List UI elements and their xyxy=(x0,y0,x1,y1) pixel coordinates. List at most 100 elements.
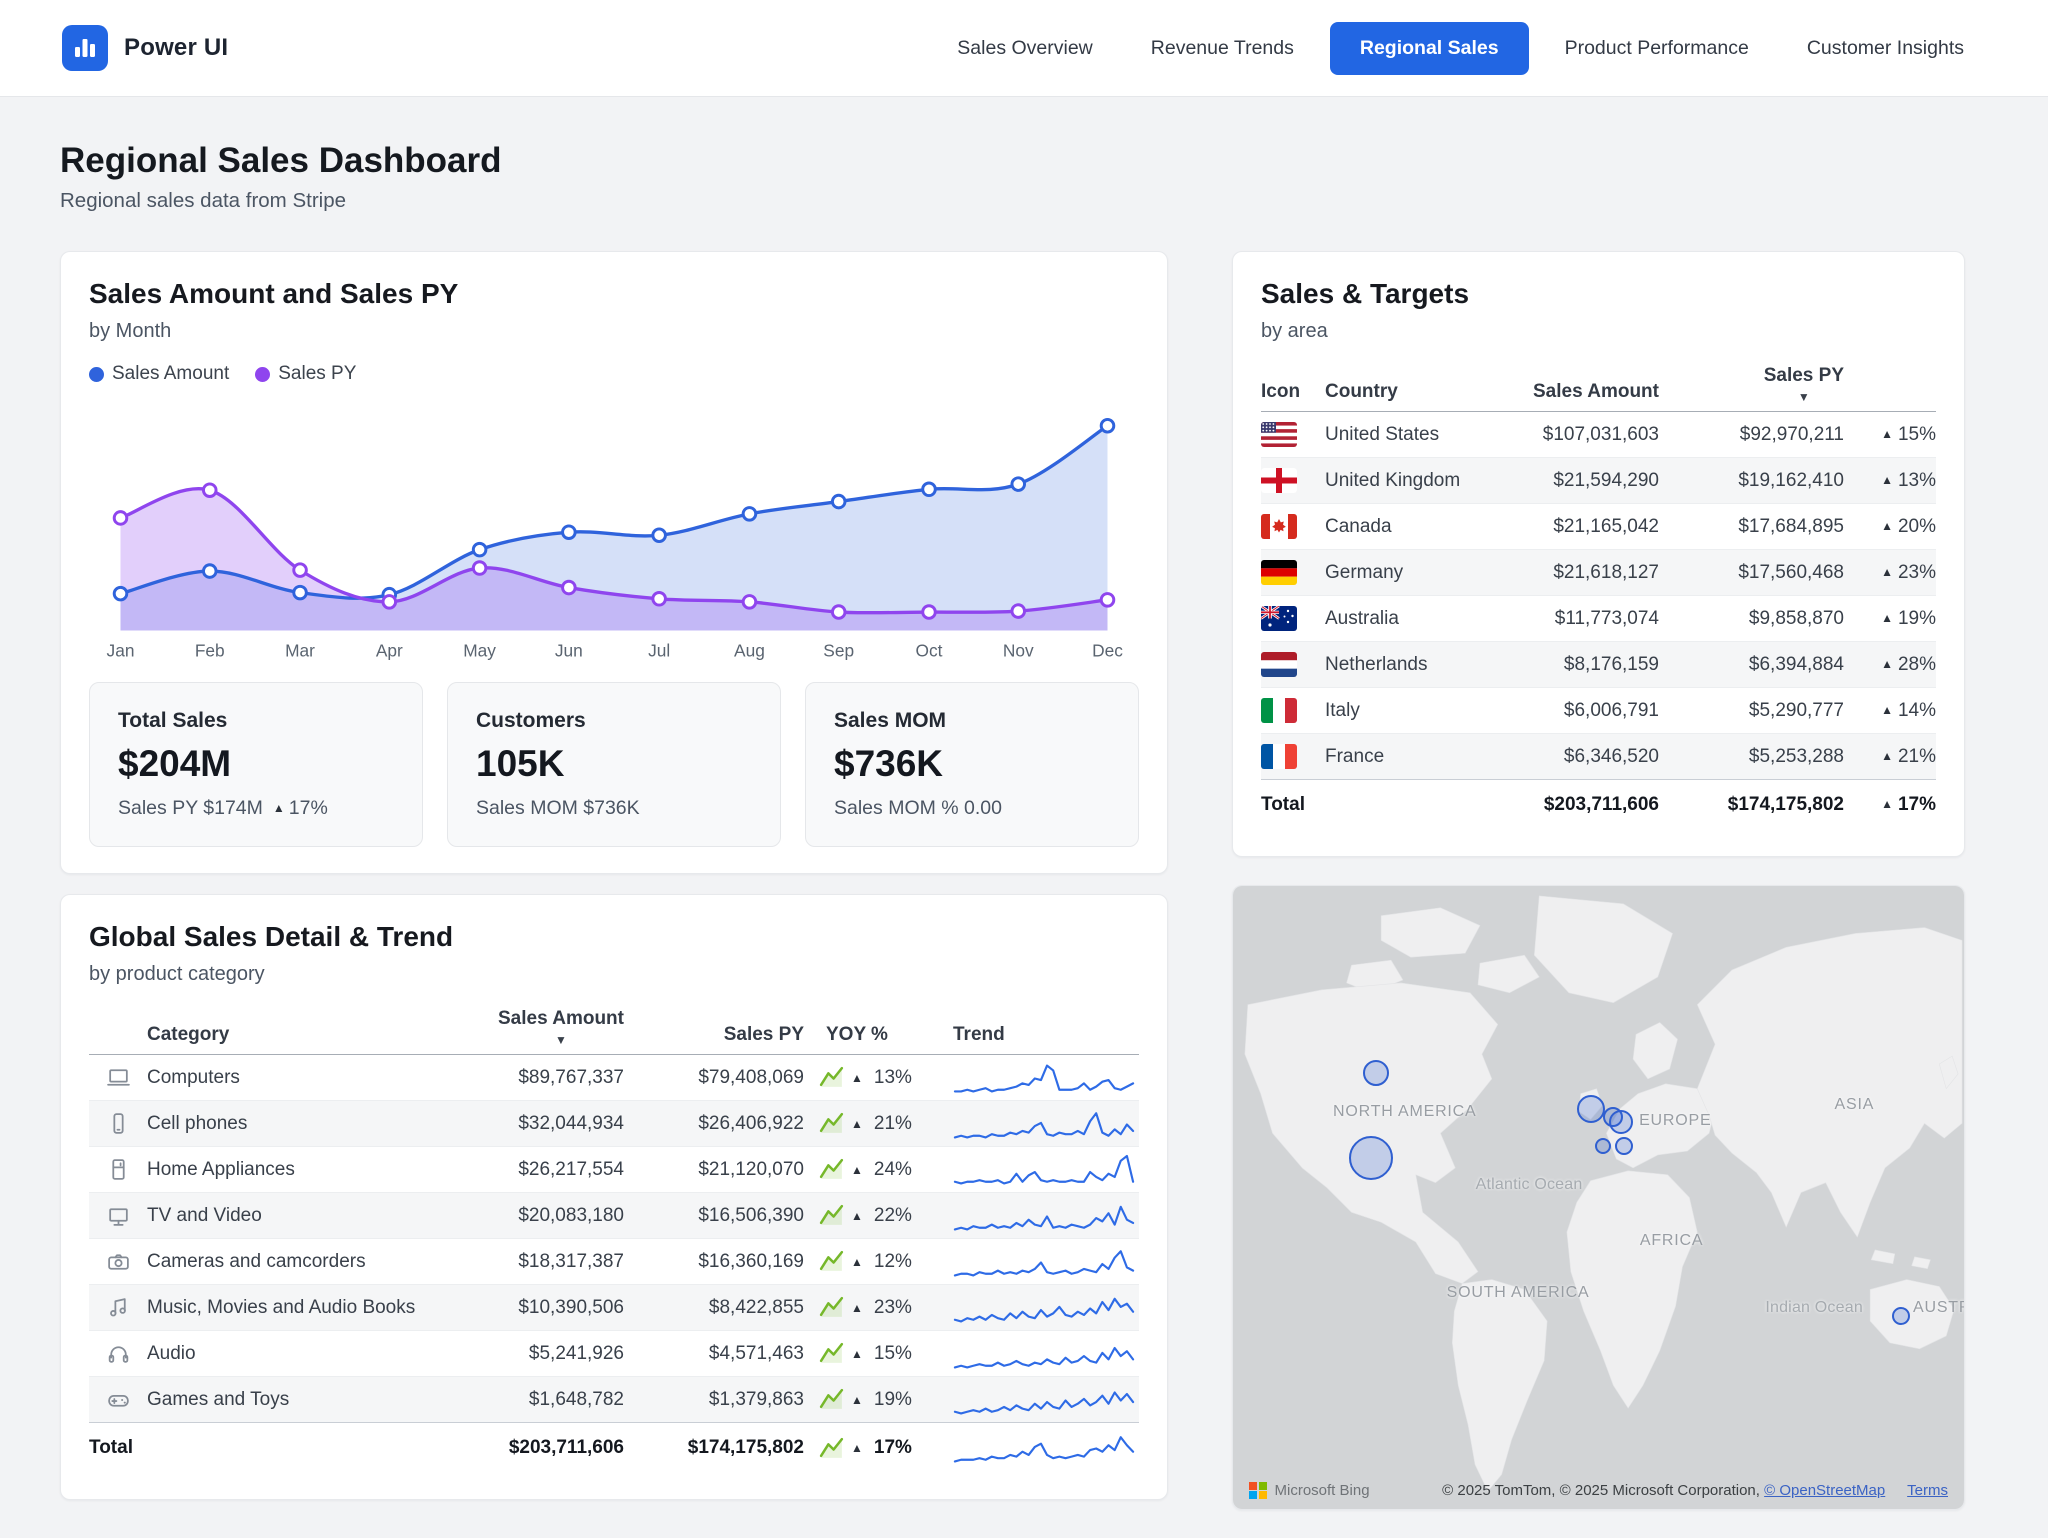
england-flag-icon xyxy=(1261,468,1325,493)
header-country[interactable]: Country xyxy=(1325,381,1469,403)
up-arrow-icon: ▲ xyxy=(1881,797,1893,811)
page-title: Regional Sales Dashboard xyxy=(60,141,1988,181)
us-flag-icon xyxy=(1261,422,1325,447)
table-row[interactable]: Australia$11,773,074$9,858,870▲19% xyxy=(1261,595,1936,641)
world-map[interactable]: NORTH AMERICAEUROPEASIAAtlantic OceanAFR… xyxy=(1233,886,1964,1509)
header-sales-amount[interactable]: Sales Amount▼ xyxy=(434,1008,624,1046)
sales-amount-value: $21,165,042 xyxy=(1469,516,1659,538)
map-attribution: Microsoft Bing © 2025 TomTom, © 2025 Mic… xyxy=(1233,1482,1964,1500)
category-name: Music, Movies and Audio Books xyxy=(147,1297,434,1319)
sparkline xyxy=(951,1334,1137,1374)
right-column: Sales & Targets by area IconCountrySales… xyxy=(1232,251,1965,1530)
page-subtitle: Regional sales data from Stripe xyxy=(60,189,1988,213)
kpi-customers[interactable]: Customers105KSales MOM $736K xyxy=(447,682,781,847)
legend-item-sales-amount[interactable]: Sales Amount xyxy=(89,363,229,385)
header-sales-py[interactable]: Sales PY xyxy=(624,1024,804,1046)
copyright-text: © 2025 TomTom, © 2025 Microsoft Corporat… xyxy=(1442,1482,1948,1499)
svg-text:Sep: Sep xyxy=(823,641,854,661)
table-row[interactable]: United Kingdom$21,594,290$19,162,410▲13% xyxy=(1261,457,1936,503)
header-yoy[interactable]: YOY % xyxy=(804,1024,939,1046)
yoy-value: ▲21% xyxy=(804,1111,939,1136)
targets-table: IconCountrySales AmountSales PY▼ United S… xyxy=(1261,365,1936,830)
sales-amount-value: $21,618,127 xyxy=(1469,562,1659,584)
up-arrow-icon: ▲ xyxy=(1881,519,1893,533)
table-row[interactable]: United States$107,031,603$92,970,211▲15% xyxy=(1261,412,1936,457)
bar-chart-icon xyxy=(72,35,98,61)
nav-tab-sales-overview[interactable]: Sales Overview xyxy=(935,23,1114,74)
sales-py-value: $26,406,922 xyxy=(624,1113,804,1135)
up-arrow-icon: ▲ xyxy=(273,801,285,815)
table-row[interactable]: Cameras and camcorders$18,317,387$16,360… xyxy=(89,1238,1139,1284)
map-bubble-germany[interactable] xyxy=(1609,1110,1633,1134)
map-bubble-canada[interactable] xyxy=(1363,1060,1389,1086)
table-row[interactable]: France$6,346,520$5,253,288▲21% xyxy=(1261,733,1936,779)
sparkline xyxy=(951,1242,1137,1282)
yoy-trend-icon xyxy=(818,1065,845,1090)
netherlands-flag-icon xyxy=(1261,652,1325,677)
total-label: Total xyxy=(1261,794,1469,816)
nav-tab-customer-insights[interactable]: Customer Insights xyxy=(1785,23,1986,74)
table-row[interactable]: Canada$21,165,042$17,684,895▲20% xyxy=(1261,503,1936,549)
card-title: Sales & Targets xyxy=(1261,278,1936,310)
terms-link[interactable]: Terms xyxy=(1907,1482,1948,1499)
table-row[interactable]: Cell phones$32,044,934$26,406,922▲21% xyxy=(89,1100,1139,1146)
area-chart[interactable]: JanFebMarAprMayJunJulAugSepOctNovDec xyxy=(89,389,1139,668)
trend-sparkline xyxy=(939,1196,1139,1236)
header-sales-amount[interactable]: Sales Amount xyxy=(1469,381,1659,403)
australia-flag-icon xyxy=(1261,606,1325,631)
category-name: Cell phones xyxy=(147,1113,434,1135)
table-row[interactable]: Music, Movies and Audio Books$10,390,506… xyxy=(89,1284,1139,1330)
up-arrow-icon: ▲ xyxy=(851,1255,863,1269)
kpi-label: Total Sales xyxy=(118,709,394,733)
nav-tab-regional-sales[interactable]: Regional Sales xyxy=(1330,22,1529,75)
sparkline xyxy=(951,1058,1137,1098)
nav-tab-product-performance[interactable]: Product Performance xyxy=(1543,23,1771,74)
map-bubble-united-kingdom[interactable] xyxy=(1577,1095,1605,1123)
table-row[interactable]: Games and Toys$1,648,782$1,379,863▲19% xyxy=(89,1376,1139,1422)
svg-text:Nov: Nov xyxy=(1003,641,1034,661)
header-trend[interactable]: Trend xyxy=(939,1024,1139,1046)
map-bubble-italy[interactable] xyxy=(1615,1137,1633,1155)
kpi-label: Sales MOM xyxy=(834,709,1110,733)
sales-amount-value: $107,031,603 xyxy=(1469,424,1659,446)
nav-tab-revenue-trends[interactable]: Revenue Trends xyxy=(1129,23,1316,74)
trend-sparkline xyxy=(939,1334,1139,1374)
table-row[interactable]: Netherlands$8,176,159$6,394,884▲28% xyxy=(1261,641,1936,687)
kpi-sales-mom[interactable]: Sales MOM$736KSales MOM % 0.00 xyxy=(805,682,1139,847)
trend-sparkline xyxy=(939,1150,1139,1190)
change-percent: ▲14% xyxy=(1844,700,1936,722)
card-subtitle: by product category xyxy=(89,963,1139,986)
sales-amount-value: $5,241,926 xyxy=(434,1343,624,1365)
legend-dot-icon xyxy=(89,367,104,382)
table-row[interactable]: Audio$5,241,926$4,571,463▲15% xyxy=(89,1330,1139,1376)
table-total-row: Total$203,711,606$174,175,802▲17% xyxy=(89,1422,1139,1473)
up-arrow-icon: ▲ xyxy=(851,1441,863,1455)
table-row[interactable]: Home Appliances$26,217,554$21,120,070▲24… xyxy=(89,1146,1139,1192)
table-row[interactable]: Germany$21,618,127$17,560,468▲23% xyxy=(1261,549,1936,595)
up-arrow-icon: ▲ xyxy=(851,1347,863,1361)
country-name: Germany xyxy=(1325,562,1469,584)
total-sales-amount: $203,711,606 xyxy=(434,1437,624,1459)
openstreetmap-link[interactable]: © OpenStreetMap xyxy=(1764,1482,1885,1499)
sales-py-value: $8,422,855 xyxy=(624,1297,804,1319)
sales-py-value: $21,120,070 xyxy=(624,1159,804,1181)
category-name: Audio xyxy=(147,1343,434,1365)
sales-amount-value: $11,773,074 xyxy=(1469,608,1659,630)
map-bubble-united-states[interactable] xyxy=(1349,1136,1393,1180)
sales-amount-value: $8,176,159 xyxy=(1469,654,1659,676)
header-category[interactable]: Category xyxy=(147,1024,434,1046)
left-column: Sales Amount and Sales PY by Month Sales… xyxy=(60,251,1168,1520)
cellphone-icon xyxy=(89,1111,147,1136)
table-row[interactable]: TV and Video$20,083,180$16,506,390▲22% xyxy=(89,1192,1139,1238)
legend-item-sales-py[interactable]: Sales PY xyxy=(255,363,356,385)
header-icon[interactable]: Icon xyxy=(1261,381,1325,403)
table-row[interactable]: Computers$89,767,337$79,408,069▲13% xyxy=(89,1055,1139,1100)
map-bubble-france[interactable] xyxy=(1595,1138,1611,1154)
kpi-total-sales[interactable]: Total Sales$204MSales PY $174M▲17% xyxy=(89,682,423,847)
canada-flag-icon xyxy=(1261,514,1325,539)
kpi-subtext: Sales MOM $736K xyxy=(476,797,752,820)
table-row[interactable]: Italy$6,006,791$5,290,777▲14% xyxy=(1261,687,1936,733)
header-sales-py[interactable]: Sales PY▼ xyxy=(1659,365,1844,403)
map-bubble-australia[interactable] xyxy=(1892,1307,1910,1325)
app-header: Power UI Sales OverviewRevenue TrendsReg… xyxy=(0,0,2048,97)
